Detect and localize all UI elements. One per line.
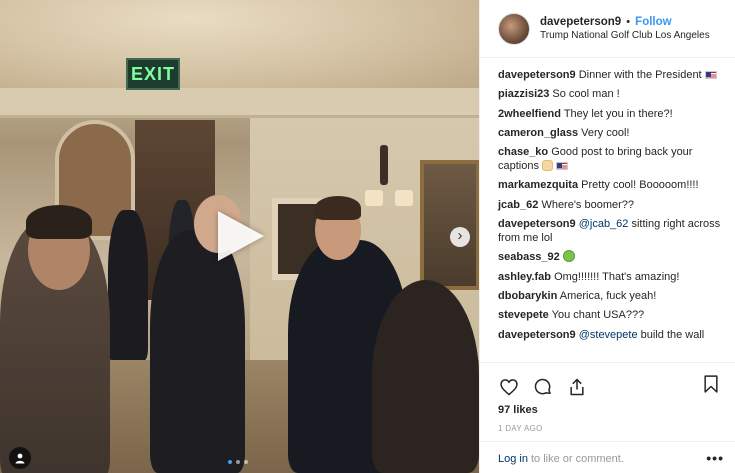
comment-username[interactable]: piazzisi23 <box>498 88 549 100</box>
comment-text: America, fuck yeah! <box>559 289 657 302</box>
login-text: to like or comment. <box>530 452 624 465</box>
comment-username[interactable]: davepeterson9 <box>498 329 576 341</box>
carousel-dots <box>228 460 248 464</box>
post-media[interactable]: EXIT › <box>0 0 479 473</box>
us-flag-icon <box>704 71 717 79</box>
share-icon[interactable] <box>566 376 588 398</box>
header-text: davepeterson9 • Follow Trump National Go… <box>540 15 710 43</box>
comment-text: So cool man ! <box>552 88 620 101</box>
comment: chase_ko Good post to bring back your ca… <box>498 145 726 173</box>
comment-icon[interactable] <box>532 376 554 398</box>
comment-text: Where's boomer?? <box>541 198 635 211</box>
comment: seabass_92 <box>498 250 726 264</box>
raised-hands-icon <box>542 160 554 172</box>
comment-username[interactable]: ashley.fab <box>498 271 551 283</box>
comment-text: Very cool! <box>581 126 630 139</box>
comment-text: Pretty cool! Booooom!!!! <box>581 179 699 192</box>
comment-username[interactable]: jcab_62 <box>498 199 538 211</box>
heart-icon[interactable] <box>498 376 520 398</box>
comment: ashley.fab Omg!!!!!!! That's amazing! <box>498 270 726 284</box>
wall-mirror <box>420 160 479 290</box>
comment: davepeterson9 @jcab_62 sitting right acr… <box>498 217 726 245</box>
foreground-person-blur <box>372 280 479 473</box>
comment-username[interactable]: markamezquita <box>498 179 578 191</box>
comment-text: Omg!!!!!!! That's amazing! <box>554 270 680 283</box>
comment: markamezquita Pretty cool! Booooom!!!! <box>498 178 726 192</box>
comment-username[interactable]: seabass_92 <box>498 251 560 263</box>
post-header: davepeterson9 • Follow Trump National Go… <box>480 0 735 58</box>
ceiling <box>0 0 479 95</box>
more-options-icon[interactable]: ••• <box>706 450 724 466</box>
chevron-right-icon[interactable]: › <box>450 227 470 247</box>
comment: 2wheelfiend They let you in there?! <box>498 107 726 121</box>
comment-username[interactable]: cameron_glass <box>498 127 578 139</box>
post-actions: 97 likes 1 DAY AGO Log in to like or com… <box>480 362 735 473</box>
comment-text: They let you in there?! <box>563 107 673 120</box>
comment-text: You chant USA??? <box>551 309 645 322</box>
follow-button[interactable]: Follow <box>635 16 671 28</box>
comment: davepeterson9 @stevepete build the wall <box>498 328 726 342</box>
person-hair <box>26 205 92 239</box>
background-person <box>108 210 148 360</box>
ceiling-beam <box>0 88 479 118</box>
comment-username[interactable]: stevepete <box>498 309 549 321</box>
comment: piazzisi23 So cool man ! <box>498 87 726 101</box>
carousel-dot <box>228 460 232 464</box>
us-flag-icon <box>556 162 569 171</box>
comment-username[interactable]: davepeterson9 <box>498 69 576 81</box>
person-hair <box>315 196 361 220</box>
comment-mention[interactable]: @jcab_62 <box>579 218 629 230</box>
bookmark-icon[interactable] <box>700 373 722 395</box>
login-link[interactable]: Log in <box>498 453 528 465</box>
post-username[interactable]: davepeterson9 <box>540 16 621 28</box>
action-icons <box>480 363 735 401</box>
comment: dbobarykin America, fuck yeah! <box>498 289 726 303</box>
user-tag-icon[interactable] <box>9 447 31 469</box>
person-left-handshake <box>150 230 245 473</box>
post-location[interactable]: Trump National Golf Club Los Angeles <box>540 29 710 43</box>
wall-sconce <box>365 140 420 250</box>
comment: stevepete You chant USA??? <box>498 308 726 322</box>
comment-text: build the wall <box>640 328 705 341</box>
comment-mention[interactable]: @stevepete <box>579 329 638 341</box>
login-prompt: Log in to like or comment. ••• <box>480 441 735 473</box>
comment-list: davepeterson9 Dinner with the President … <box>480 58 735 362</box>
post-sidebar: davepeterson9 • Follow Trump National Go… <box>479 0 735 473</box>
comment-username[interactable]: 2wheelfiend <box>498 108 561 120</box>
exit-sign: EXIT <box>126 58 180 90</box>
separator: • <box>626 15 631 28</box>
avatar[interactable] <box>498 12 530 45</box>
carousel-dot <box>244 460 248 464</box>
post-timestamp: 1 DAY AGO <box>498 424 543 433</box>
comment-username[interactable]: dbobarykin <box>498 290 557 302</box>
like-count[interactable]: 97 likes <box>480 404 735 416</box>
comment: davepeterson9 Dinner with the President <box>498 68 726 82</box>
comment-username[interactable]: davepeterson9 <box>498 218 576 230</box>
comment: jcab_62 Where's boomer?? <box>498 198 726 212</box>
play-icon[interactable] <box>218 211 264 261</box>
comment: cameron_glass Very cool! <box>498 126 726 140</box>
carousel-dot <box>236 460 240 464</box>
comment-username[interactable]: chase_ko <box>498 146 548 158</box>
nauseated-face-icon <box>562 250 575 263</box>
comment-text: Dinner with the President <box>578 69 702 81</box>
